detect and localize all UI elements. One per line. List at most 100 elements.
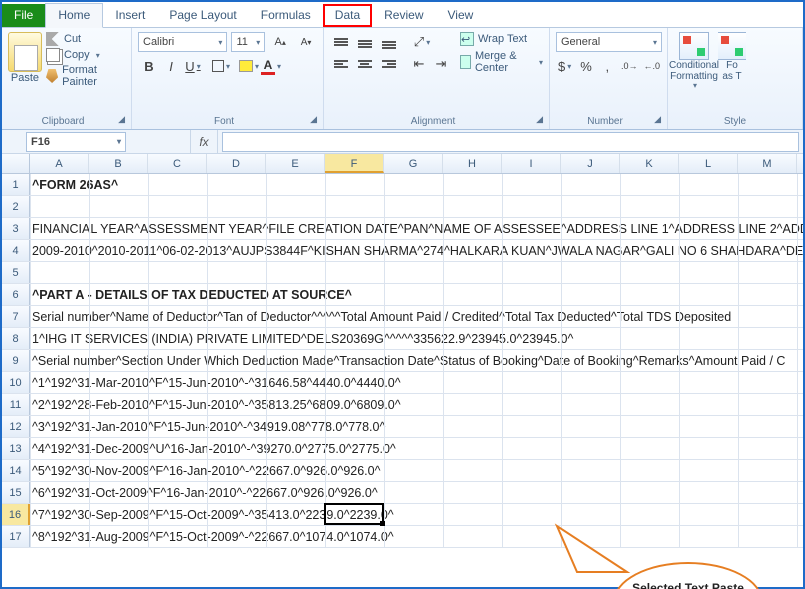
decrease-decimal-button[interactable]: ←.0 — [643, 56, 662, 76]
table-row[interactable]: 16^7^192^30-Sep-2009^F^15-Oct-2009^-^354… — [2, 504, 803, 526]
format-as-table-button[interactable]: Fo as T — [718, 32, 746, 91]
font-launcher[interactable]: ◢ — [310, 114, 317, 127]
table-row[interactable]: 3FINANCIAL YEAR^ASSESSMENT YEAR^FILE CRE… — [2, 218, 803, 240]
table-row[interactable]: 12^3^192^31-Jan-2010^F^15-Jun-2010^-^349… — [2, 416, 803, 438]
tab-view[interactable]: View — [436, 4, 486, 27]
font-size-combo[interactable]: 11▾ — [231, 32, 265, 52]
number-launcher[interactable]: ◢ — [654, 114, 661, 127]
col-header-J[interactable]: J — [561, 154, 620, 173]
table-row[interactable]: 6^PART A - DETAILS OF TAX DEDUCTED AT SO… — [2, 284, 803, 306]
row-header[interactable]: 15 — [2, 482, 30, 503]
bold-button[interactable]: B — [138, 56, 160, 76]
row-content[interactable]: ^8^192^31-Aug-2009^F^15-Oct-2009^-^22667… — [30, 526, 803, 547]
comma-button[interactable]: , — [599, 56, 616, 76]
borders-button[interactable]: ▾ — [210, 56, 232, 76]
col-header-I[interactable]: I — [502, 154, 561, 173]
row-content[interactable] — [30, 196, 803, 217]
shrink-font-button[interactable]: A▾ — [295, 32, 317, 52]
formula-input[interactable] — [222, 132, 799, 152]
fx-label[interactable]: fx — [190, 130, 218, 153]
row-content[interactable]: ^5^192^30-Nov-2009^F^16-Jan-2010^-^22667… — [30, 460, 803, 481]
row-header[interactable]: 17 — [2, 526, 30, 547]
table-row[interactable]: 10^1^192^31-Mar-2010^F^15-Jun-2010^-^316… — [2, 372, 803, 394]
col-header-H[interactable]: H — [443, 154, 502, 173]
cut-button[interactable]: Cut — [46, 32, 125, 46]
row-content[interactable]: 1^IHG IT SERVICES (INDIA) PRIVATE LIMITE… — [30, 328, 803, 349]
row-content[interactable]: ^1^192^31-Mar-2010^F^15-Jun-2010^-^31646… — [30, 372, 803, 393]
wrap-text-button[interactable]: ↩Wrap Text — [460, 32, 543, 46]
row-content[interactable]: 2009-2010^2010-2011^06-02-2013^AUJPS3844… — [30, 240, 803, 261]
table-row[interactable]: 2 — [2, 196, 803, 218]
orientation-button[interactable]: ⤢▾ — [408, 32, 436, 52]
increase-decimal-button[interactable]: .0→ — [620, 56, 639, 76]
table-row[interactable]: 14^5^192^30-Nov-2009^F^16-Jan-2010^-^226… — [2, 460, 803, 482]
row-content[interactable]: Serial number^Name of Deductor^Tan of De… — [30, 306, 803, 327]
tab-file[interactable]: File — [2, 4, 45, 27]
format-painter-button[interactable]: Format Painter — [46, 64, 125, 88]
row-content[interactable]: ^Serial number^Section Under Which Deduc… — [30, 350, 803, 371]
alignment-launcher[interactable]: ◢ — [536, 114, 543, 127]
align-middle-button[interactable] — [354, 32, 376, 52]
row-content[interactable]: ^PART A - DETAILS OF TAX DEDUCTED AT SOU… — [30, 284, 803, 305]
row-header[interactable]: 14 — [2, 460, 30, 481]
fill-color-button[interactable]: ▾ — [238, 56, 260, 76]
row-content[interactable]: FINANCIAL YEAR^ASSESSMENT YEAR^FILE CREA… — [30, 218, 803, 239]
col-header-E[interactable]: E — [266, 154, 325, 173]
align-left-button[interactable] — [330, 54, 352, 74]
name-box[interactable]: F16▾ — [26, 132, 126, 152]
currency-button[interactable]: $▾ — [556, 56, 573, 76]
italic-button[interactable]: I — [160, 56, 182, 76]
col-header-M[interactable]: M — [738, 154, 797, 173]
tab-home[interactable]: Home — [45, 3, 103, 28]
table-row[interactable]: 5 — [2, 262, 803, 284]
row-header[interactable]: 13 — [2, 438, 30, 459]
col-header-K[interactable]: K — [620, 154, 679, 173]
align-right-button[interactable] — [378, 54, 400, 74]
col-header-C[interactable]: C — [148, 154, 207, 173]
tab-insert[interactable]: Insert — [103, 4, 157, 27]
table-row[interactable]: 1^FORM 26AS^ — [2, 174, 803, 196]
row-content[interactable]: ^FORM 26AS^ — [30, 174, 803, 195]
row-content[interactable]: ^7^192^30-Sep-2009^F^15-Oct-2009^-^35413… — [30, 504, 803, 525]
row-header[interactable]: 10 — [2, 372, 30, 393]
row-content[interactable]: ^6^192^31-Oct-2009^F^16-Jan-2010^-^22667… — [30, 482, 803, 503]
paste-icon[interactable] — [8, 32, 42, 72]
tab-review[interactable]: Review — [372, 4, 435, 27]
col-header-B[interactable]: B — [89, 154, 148, 173]
row-content[interactable]: ^3^192^31-Jan-2010^F^15-Jun-2010^-^34919… — [30, 416, 803, 437]
row-header[interactable]: 5 — [2, 262, 30, 283]
row-header[interactable]: 1 — [2, 174, 30, 195]
table-row[interactable]: 11^2^192^28-Feb-2010^F^15-Jun-2010^-^358… — [2, 394, 803, 416]
select-all-corner[interactable] — [2, 154, 30, 173]
table-row[interactable]: 9^Serial number^Section Under Which Dedu… — [2, 350, 803, 372]
row-content[interactable]: ^2^192^28-Feb-2010^F^15-Jun-2010^-^35813… — [30, 394, 803, 415]
col-header-A[interactable]: A — [30, 154, 89, 173]
row-content[interactable] — [30, 262, 803, 283]
col-header-G[interactable]: G — [384, 154, 443, 173]
row-header[interactable]: 7 — [2, 306, 30, 327]
font-color-button[interactable]: A▾ — [260, 56, 282, 76]
table-row[interactable]: 7Serial number^Name of Deductor^Tan of D… — [2, 306, 803, 328]
underline-button[interactable]: U▾ — [182, 56, 204, 76]
paste-button[interactable]: Paste — [11, 72, 39, 84]
row-header[interactable]: 3 — [2, 218, 30, 239]
table-row[interactable]: 42009-2010^2010-2011^06-02-2013^AUJPS384… — [2, 240, 803, 262]
table-row[interactable]: 81^IHG IT SERVICES (INDIA) PRIVATE LIMIT… — [2, 328, 803, 350]
align-bottom-button[interactable] — [378, 32, 400, 52]
decrease-indent-button[interactable]: ⇤ — [408, 54, 430, 74]
clipboard-launcher[interactable]: ◢ — [118, 114, 125, 127]
row-header[interactable]: 4 — [2, 240, 30, 261]
row-header[interactable]: 11 — [2, 394, 30, 415]
tab-page-layout[interactable]: Page Layout — [157, 4, 248, 27]
row-content[interactable]: ^4^192^31-Dec-2009^U^16-Jan-2010^-^39270… — [30, 438, 803, 459]
table-row[interactable]: 13^4^192^31-Dec-2009^U^16-Jan-2010^-^392… — [2, 438, 803, 460]
number-format-combo[interactable]: General▾ — [556, 32, 662, 52]
align-center-button[interactable] — [354, 54, 376, 74]
row-header[interactable]: 12 — [2, 416, 30, 437]
row-header[interactable]: 6 — [2, 284, 30, 305]
increase-indent-button[interactable]: ⇥ — [430, 54, 452, 74]
table-row[interactable]: 17^8^192^31-Aug-2009^F^15-Oct-2009^-^226… — [2, 526, 803, 548]
tab-formulas[interactable]: Formulas — [249, 4, 323, 27]
grow-font-button[interactable]: A▴ — [269, 32, 291, 52]
col-header-D[interactable]: D — [207, 154, 266, 173]
